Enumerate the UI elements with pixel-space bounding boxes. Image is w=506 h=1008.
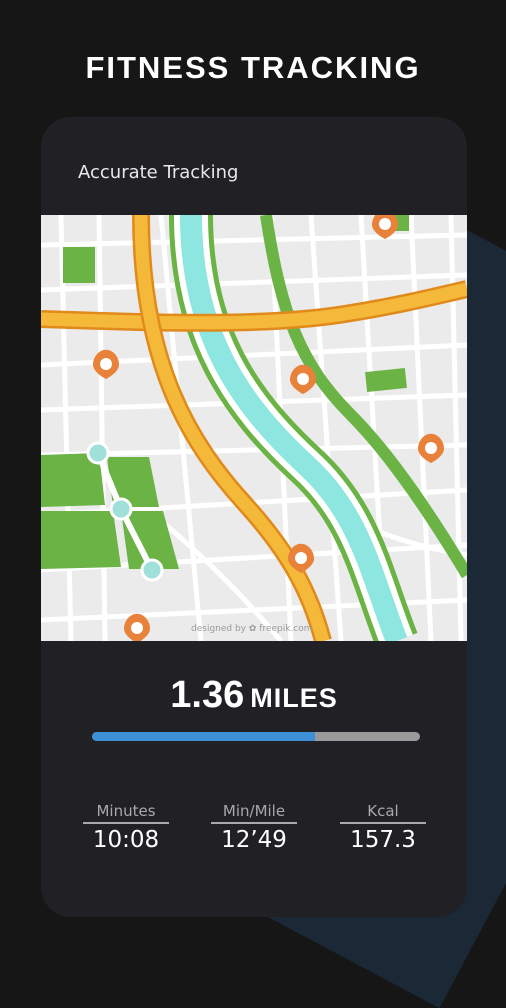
map-watermark: designed by ✿ freepik.com	[191, 624, 313, 634]
route-map[interactable]: designed by ✿ freepik.com	[41, 215, 467, 641]
card-label: Accurate Tracking	[78, 162, 239, 183]
distance-progress-bar	[92, 732, 420, 741]
stat-value: 10:08	[92, 827, 160, 853]
stat-kcal: Kcal 157.3	[340, 802, 426, 853]
tracking-card: Accurate Tracking designed by ✿ freepik.…	[41, 117, 467, 917]
stat-pace: Min/Mile 12’49	[211, 802, 297, 853]
stat-label: Kcal	[340, 802, 426, 824]
stat-label: Min/Mile	[211, 802, 297, 824]
stat-label: Minutes	[83, 802, 169, 824]
progress-fill	[92, 732, 316, 741]
stat-value: 157.3	[350, 827, 416, 853]
page-title: FITNESS TRACKING	[85, 50, 421, 85]
distance-display: 1.36 MILES	[41, 674, 467, 717]
stat-minutes: Minutes 10:08	[83, 802, 169, 853]
distance-value: 1.36	[170, 674, 245, 716]
stat-value: 12’49	[221, 827, 287, 853]
distance-unit: MILES	[250, 683, 338, 713]
